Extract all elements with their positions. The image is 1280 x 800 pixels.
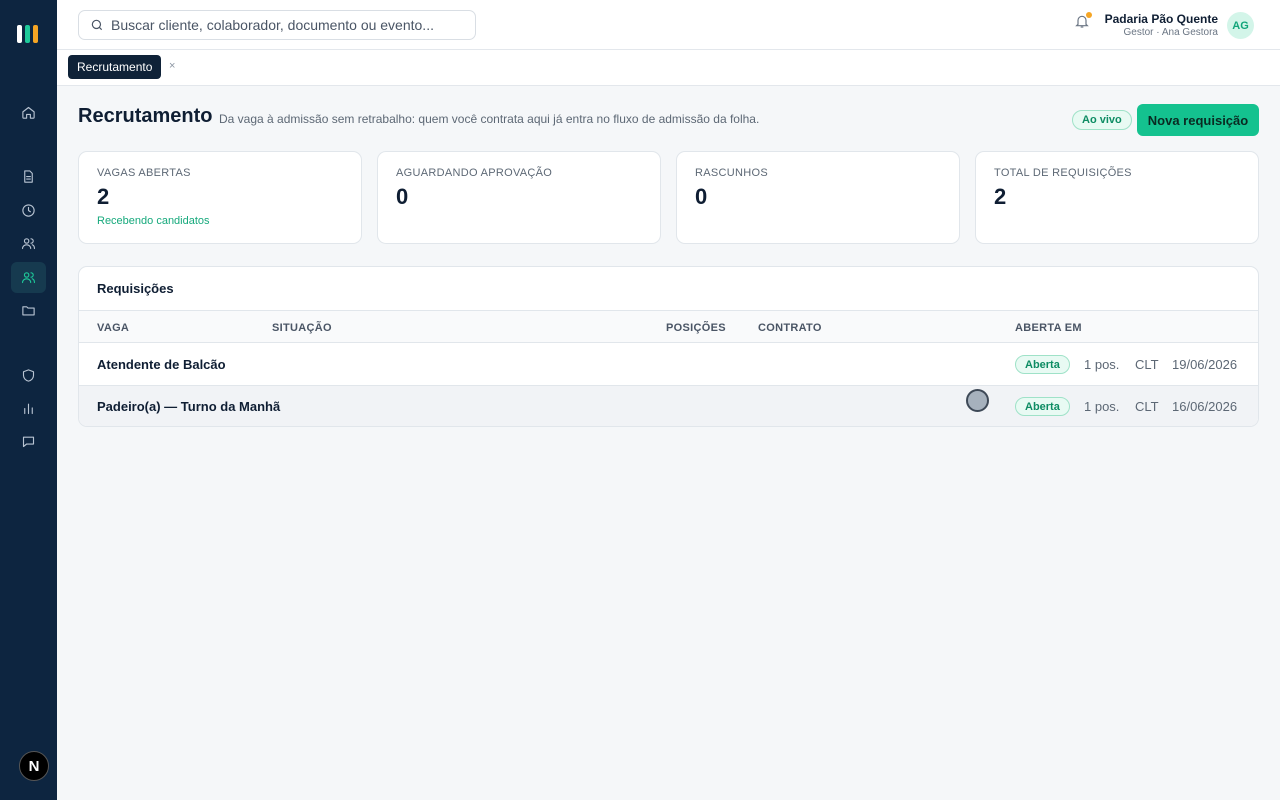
stat-hint: Recebendo candidatos bbox=[97, 215, 210, 227]
row-vaga: Padeiro(a) — Turno da Manhã bbox=[97, 399, 281, 414]
status-badge: Aberta bbox=[1015, 355, 1070, 374]
column-header[interactable]: CONTRATO bbox=[758, 322, 822, 334]
sidebar: N bbox=[0, 0, 57, 800]
sidebar-item-recruitment[interactable] bbox=[11, 262, 46, 293]
search-icon bbox=[91, 19, 103, 31]
stat-value: 0 bbox=[396, 184, 409, 209]
bar-chart-icon bbox=[24, 403, 33, 415]
table-row[interactable]: Atendente de Balcão Aberta 1 pos. CLT 19… bbox=[79, 344, 1258, 386]
stat-label: TOTAL DE REQUISIÇÕES bbox=[994, 167, 1132, 179]
document-icon bbox=[24, 170, 33, 183]
stat-label: RASCUNHOS bbox=[695, 167, 768, 179]
tab-bar: Recrutamento × bbox=[57, 50, 1280, 86]
stat-value: 2 bbox=[97, 184, 110, 209]
column-header[interactable]: POSIÇÕES bbox=[666, 322, 726, 334]
stat-card-total: TOTAL DE REQUISIÇÕES 2 bbox=[975, 151, 1259, 244]
app-logo[interactable] bbox=[17, 25, 39, 43]
notification-dot bbox=[1086, 12, 1092, 18]
stat-card-drafts: RASCUNHOS 0 bbox=[676, 151, 960, 244]
column-header[interactable]: SITUAÇÃO bbox=[272, 322, 332, 334]
user-role: Gestor · Ana Gestora bbox=[1123, 27, 1219, 38]
new-requisition-button[interactable]: Nova requisição bbox=[1137, 104, 1259, 136]
stat-card-open: VAGAS ABERTAS 2 Recebendo candidatos bbox=[78, 151, 362, 244]
clock-icon bbox=[22, 204, 35, 217]
row-opened-at: 19/06/2026 bbox=[1172, 357, 1238, 372]
recruit-users-icon bbox=[22, 272, 35, 284]
search-placeholder: Buscar cliente, colaborador, documento o… bbox=[111, 17, 434, 33]
sidebar-item-reports[interactable] bbox=[11, 393, 46, 424]
sidebar-item-people[interactable] bbox=[11, 228, 46, 259]
notifications-button[interactable] bbox=[1074, 12, 1092, 31]
stat-label: VAGAS ABERTAS bbox=[97, 167, 191, 179]
mouse-cursor bbox=[966, 389, 989, 412]
close-icon[interactable]: × bbox=[169, 60, 175, 72]
row-contract: CLT bbox=[1135, 399, 1159, 414]
stat-value: 2 bbox=[994, 184, 1007, 209]
search-input[interactable]: Buscar cliente, colaborador, documento o… bbox=[78, 10, 476, 40]
row-positions: 1 pos. bbox=[1084, 357, 1120, 372]
page-title: Recrutamento bbox=[78, 105, 213, 127]
row-vaga: Atendente de Balcão bbox=[97, 357, 226, 372]
stat-label: AGUARDANDO APROVAÇÃO bbox=[396, 167, 553, 179]
panel-title: Requisições bbox=[97, 281, 174, 296]
sidebar-item-home[interactable] bbox=[11, 97, 46, 128]
avatar[interactable]: AG bbox=[1227, 12, 1254, 39]
sidebar-item-time[interactable] bbox=[11, 195, 46, 226]
sidebar-item-documents[interactable] bbox=[11, 161, 46, 192]
folder-icon bbox=[22, 306, 35, 316]
requisitions-panel: Requisições VAGA SITUAÇÃO POSIÇÕES CONTR… bbox=[78, 266, 1259, 427]
shield-icon bbox=[22, 369, 35, 382]
live-badge: Ao vivo bbox=[1072, 110, 1132, 130]
status-badge: Aberta bbox=[1015, 397, 1070, 416]
n-badge[interactable]: N bbox=[19, 751, 49, 781]
column-header[interactable]: VAGA bbox=[97, 322, 129, 334]
page-subtitle: Da vaga à admissão sem retrabalho: quem … bbox=[219, 112, 760, 126]
column-header[interactable]: ABERTA EM bbox=[1015, 322, 1082, 334]
account-info[interactable]: Padaria Pão Quente Gestor · Ana Gestora bbox=[1105, 12, 1218, 38]
tab-recrutamento[interactable]: Recrutamento bbox=[68, 55, 162, 79]
stat-value: 0 bbox=[695, 184, 708, 209]
table-row[interactable]: Padeiro(a) — Turno da Manhã Aberta 1 pos… bbox=[79, 386, 1258, 426]
sidebar-item-messages[interactable] bbox=[11, 426, 46, 457]
topbar: Buscar cliente, colaborador, documento o… bbox=[57, 0, 1280, 50]
row-positions: 1 pos. bbox=[1084, 399, 1120, 414]
company-name: Padaria Pão Quente bbox=[1104, 12, 1218, 26]
row-contract: CLT bbox=[1135, 357, 1159, 372]
message-icon bbox=[22, 436, 35, 448]
home-icon bbox=[22, 106, 35, 119]
sidebar-item-security[interactable] bbox=[11, 360, 46, 391]
sidebar-item-files[interactable] bbox=[11, 295, 46, 326]
table-header: VAGA SITUAÇÃO POSIÇÕES CONTRATO ABERTA E… bbox=[79, 310, 1258, 343]
row-opened-at: 16/06/2026 bbox=[1172, 399, 1238, 414]
stat-card-pending: AGUARDANDO APROVAÇÃO 0 bbox=[377, 151, 661, 244]
users-icon bbox=[22, 238, 35, 250]
